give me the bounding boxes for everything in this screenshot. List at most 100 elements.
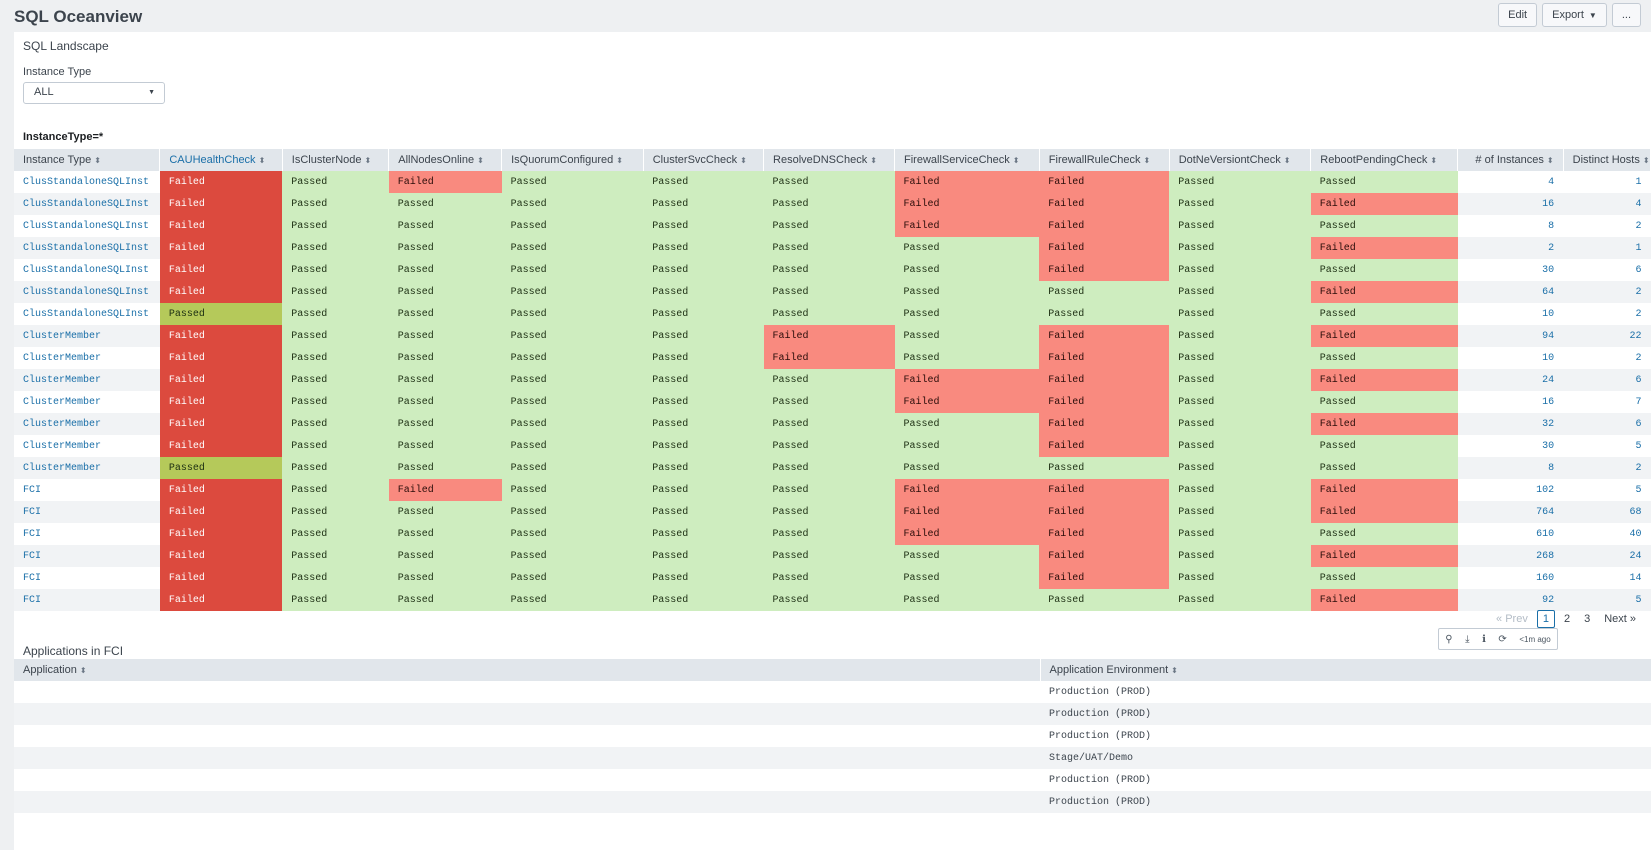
cell-distinct-hosts[interactable]: 6: [1563, 259, 1651, 281]
column-header-clustersvccheck[interactable]: ClusterSvcCheck ⬍: [643, 149, 765, 171]
cell-clustersvccheck: Passed: [643, 303, 764, 325]
column-header-rebootpendingcheck[interactable]: RebootPendingCheck ⬍: [1310, 149, 1459, 171]
cell-of-instances[interactable]: 16: [1457, 193, 1564, 215]
cell-resolvednscheck: Passed: [763, 369, 895, 391]
cell-of-instances[interactable]: 268: [1457, 545, 1564, 567]
search-icon[interactable]: ⚲: [1445, 634, 1452, 645]
cell-distinct-hosts[interactable]: 2: [1563, 281, 1651, 303]
cell-instance-type[interactable]: FCI: [14, 545, 160, 567]
cell-of-instances[interactable]: 2: [1457, 237, 1564, 259]
column-header-resolvednscheck[interactable]: ResolveDNSCheck ⬍: [763, 149, 895, 171]
cell-firewallservicecheck: Passed: [894, 545, 1040, 567]
column-header-instance-type[interactable]: Instance Type ⬍: [14, 149, 161, 171]
cell-of-instances[interactable]: 764: [1457, 501, 1564, 523]
cell-isclusternode: Passed: [282, 303, 389, 325]
cell-distinct-hosts[interactable]: 5: [1563, 435, 1651, 457]
cell-distinct-hosts[interactable]: 4: [1563, 193, 1651, 215]
cell-distinct-hosts[interactable]: 2: [1563, 457, 1651, 479]
more-button[interactable]: ...: [1611, 3, 1641, 27]
cell-instance-type[interactable]: FCI: [14, 567, 160, 589]
info-icon[interactable]: ℹ: [1482, 634, 1486, 645]
cell-of-instances[interactable]: 10: [1457, 303, 1564, 325]
cell-instance-type[interactable]: ClusterMember: [14, 347, 160, 369]
download-icon[interactable]: ⤓: [1465, 634, 1469, 645]
table-row: ClusStandaloneSQLInst Failed Passed Passed P…: [14, 215, 1651, 237]
cell-distinct-hosts[interactable]: 5: [1563, 589, 1651, 611]
cell-instance-type[interactable]: ClusStandaloneSQLInst: [14, 171, 160, 193]
cell-cauhealthcheck: Failed: [159, 523, 283, 545]
column-header-cauhealthcheck[interactable]: CAUHealthCheck ⬍: [159, 149, 283, 171]
cell-instance-type[interactable]: ClusStandaloneSQLInst: [14, 281, 160, 303]
cell-distinct-hosts[interactable]: 22: [1563, 325, 1651, 347]
cell-of-instances[interactable]: 610: [1457, 523, 1564, 545]
page-2-link[interactable]: 2: [1559, 610, 1575, 628]
cell-distinct-hosts[interactable]: 7: [1563, 391, 1651, 413]
cell-of-instances[interactable]: 102: [1457, 479, 1564, 501]
column-header-isquorumconfigured[interactable]: IsQuorumConfigured ⬍: [501, 149, 644, 171]
export-button[interactable]: Export ▼: [1542, 3, 1607, 27]
refresh-icon[interactable]: ⟳: [1498, 634, 1506, 645]
cell-of-instances[interactable]: 160: [1457, 567, 1564, 589]
cell-of-instances[interactable]: 92: [1457, 589, 1564, 611]
cell-distinct-hosts[interactable]: 6: [1563, 369, 1651, 391]
cell-instance-type[interactable]: FCI: [14, 501, 160, 523]
cell-instance-type[interactable]: FCI: [14, 479, 160, 501]
column-header-application-environment[interactable]: Application Environment ⬍: [1040, 659, 1651, 681]
sort-icon: ⬍: [1143, 156, 1151, 165]
cell-distinct-hosts[interactable]: 14: [1563, 567, 1651, 589]
cell-distinct-hosts[interactable]: 5: [1563, 479, 1651, 501]
cell-distinct-hosts[interactable]: 40: [1563, 523, 1651, 545]
edit-button[interactable]: Edit: [1498, 3, 1538, 27]
cell-of-instances[interactable]: 4: [1457, 171, 1564, 193]
cell-instance-type[interactable]: FCI: [14, 523, 160, 545]
cell-instance-type[interactable]: ClusStandaloneSQLInst: [14, 303, 160, 325]
instance-type-dropdown[interactable]: ALL ▼: [23, 82, 165, 104]
cell-distinct-hosts[interactable]: 2: [1563, 303, 1651, 325]
column-header-dotneversiontcheck[interactable]: DotNeVersiontCheck ⬍: [1169, 149, 1312, 171]
column-header-distinct-hosts[interactable]: Distinct Hosts ⬍: [1563, 149, 1651, 171]
cell-of-instances[interactable]: 64: [1457, 281, 1564, 303]
table-row: FCI Failed Passed Passed Passed Passed Passed P…: [14, 567, 1651, 589]
cell-distinct-hosts[interactable]: 68: [1563, 501, 1651, 523]
cell-distinct-hosts[interactable]: 2: [1563, 347, 1651, 369]
column-header-isclusternode[interactable]: IsClusterNode ⬍: [282, 149, 390, 171]
cell-instance-type[interactable]: ClusStandaloneSQLInst: [14, 215, 160, 237]
cell-of-instances[interactable]: 24: [1457, 369, 1564, 391]
cell-instance-type[interactable]: ClusterMember: [14, 391, 160, 413]
cell-of-instances[interactable]: 16: [1457, 391, 1564, 413]
column-header-of-instances[interactable]: # of Instances ⬍: [1457, 149, 1564, 171]
cell-of-instances[interactable]: 30: [1457, 435, 1564, 457]
column-header-firewallservicecheck[interactable]: FirewallServiceCheck ⬍: [894, 149, 1040, 171]
cell-of-instances[interactable]: 8: [1457, 215, 1564, 237]
cell-distinct-hosts[interactable]: 1: [1563, 171, 1651, 193]
cell-of-instances[interactable]: 94: [1457, 325, 1564, 347]
prev-page-link[interactable]: « Prev: [1491, 610, 1533, 628]
table-row: FCI Failed Passed Passed Passed Passed Passed P…: [14, 545, 1651, 567]
column-header-firewallrulecheck[interactable]: FirewallRuleCheck ⬍: [1039, 149, 1170, 171]
cell-instance-type[interactable]: ClusStandaloneSQLInst: [14, 193, 160, 215]
cell-distinct-hosts[interactable]: 1: [1563, 237, 1651, 259]
cell-instance-type[interactable]: ClusterMember: [14, 369, 160, 391]
cell-of-instances[interactable]: 10: [1457, 347, 1564, 369]
cell-firewallservicecheck: Passed: [894, 259, 1040, 281]
sort-icon: ⬍: [1430, 156, 1438, 165]
next-page-link[interactable]: Next »: [1599, 610, 1641, 628]
cell-of-instances[interactable]: 30: [1457, 259, 1564, 281]
column-header-application[interactable]: Application ⬍: [14, 659, 1041, 681]
cell-instance-type[interactable]: ClusterMember: [14, 435, 160, 457]
cell-distinct-hosts[interactable]: 2: [1563, 215, 1651, 237]
cell-instance-type[interactable]: FCI: [14, 589, 160, 611]
cell-instance-type[interactable]: ClusterMember: [14, 457, 160, 479]
cell-instance-type[interactable]: ClusterMember: [14, 413, 160, 435]
cell-instance-type[interactable]: ClusterMember: [14, 325, 160, 347]
cell-instance-type[interactable]: ClusStandaloneSQLInst: [14, 259, 160, 281]
cell-of-instances[interactable]: 8: [1457, 457, 1564, 479]
column-header-allnodesonline[interactable]: AllNodesOnline ⬍: [388, 149, 503, 171]
page-3-link[interactable]: 3: [1579, 610, 1595, 628]
cell-distinct-hosts[interactable]: 24: [1563, 545, 1651, 567]
cell-distinct-hosts[interactable]: 6: [1563, 413, 1651, 435]
cell-of-instances[interactable]: 32: [1457, 413, 1564, 435]
page-1-link[interactable]: 1: [1536, 610, 1555, 628]
cell-application-environment: Production (PROD): [1040, 791, 1651, 813]
cell-instance-type[interactable]: ClusStandaloneSQLInst: [14, 237, 160, 259]
